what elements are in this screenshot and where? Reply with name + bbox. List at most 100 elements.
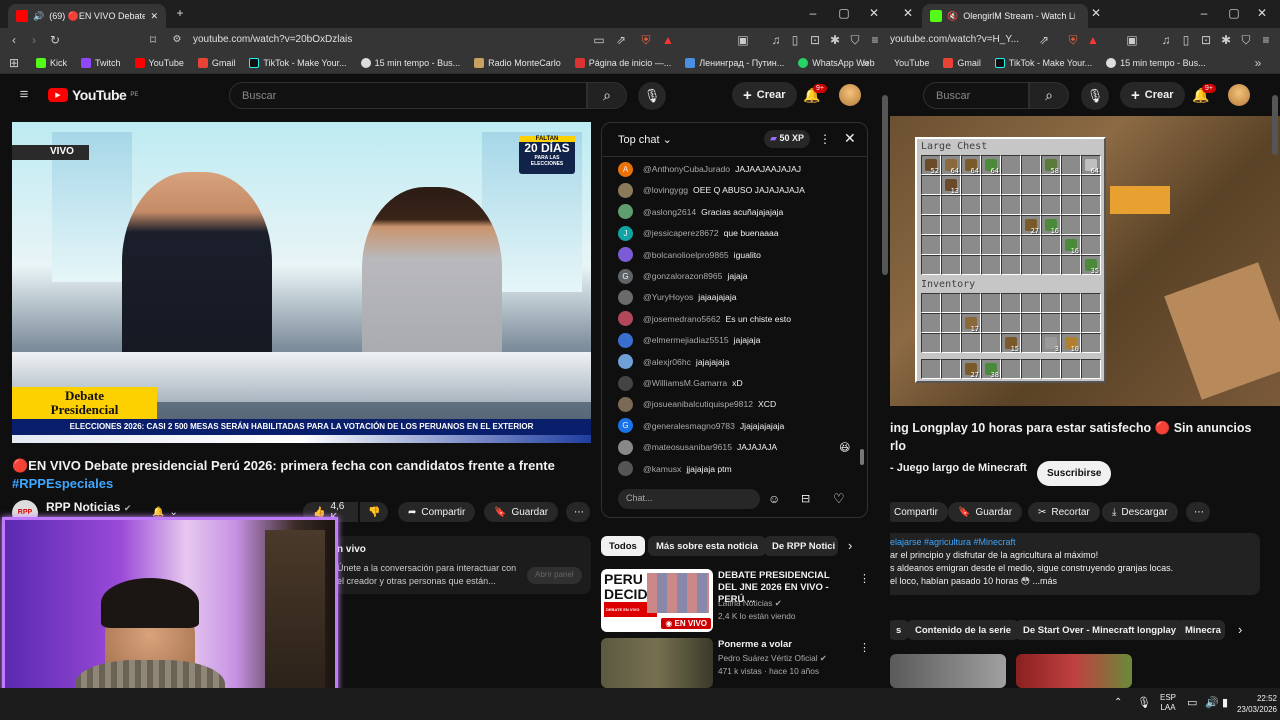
chat-author[interactable]: @alexjr06hc [643,357,691,367]
inventory-slot[interactable] [981,175,1001,195]
inventory-slot[interactable] [921,293,941,313]
inventory-slot[interactable] [1021,255,1041,275]
chat-author[interactable]: @gonzalorazon8965 [643,271,722,281]
inventory-slot[interactable] [1021,313,1041,333]
more-bookmarks-icon[interactable]: » [1250,55,1266,71]
inventory-slot[interactable] [1021,175,1041,195]
share-button[interactable]: ➦ Compartir [398,502,476,522]
speaker-icon[interactable]: 🔊 [33,11,44,22]
url-field[interactable]: youtube.com/watch?v=20bOxDzlais [193,34,352,45]
inventory-slot[interactable] [1021,359,1041,379]
inventory-slot[interactable]: 64 [1081,155,1101,175]
back-icon[interactable]: ‹ [6,32,22,48]
chat-avatar[interactable] [618,461,633,477]
inventory-slot[interactable] [921,175,941,195]
inventory-slot[interactable] [1021,333,1041,353]
inventory-slot[interactable] [921,359,941,379]
cast-icon[interactable]: ▭ [591,32,607,48]
inventory-slot[interactable] [961,255,981,275]
inventory-slot[interactable] [1041,313,1061,333]
inventory-slot[interactable]: 38 [981,359,1001,379]
network-icon[interactable]: ▭ [1187,696,1197,709]
heart-icon[interactable]: ♡ [833,491,845,507]
chat-avatar[interactable] [618,311,633,327]
inventory-slot[interactable] [1061,359,1081,379]
inventory-slot[interactable] [1001,175,1021,195]
inventory-slot[interactable] [1081,313,1101,333]
inventory-slot[interactable]: 16 [1041,215,1061,235]
inventory-slot[interactable] [961,195,981,215]
media-icon[interactable]: ♫ [1158,32,1174,48]
inventory-slot[interactable]: 27 [961,359,981,379]
minecraft-video-player[interactable]: Large Chest 52 64 64 64 58 64 13 27 16 16 35 Inven… [890,116,1280,406]
inventory-slot[interactable] [981,333,1001,353]
inventory-slot[interactable] [921,235,941,255]
inventory-slot[interactable]: 10 [1061,333,1081,353]
rec-thumbnail[interactable]: PERU DECIDE DEBATE EN VIVO ◉ EN VIVO [601,569,713,632]
inventory-slot[interactable] [981,313,1001,333]
extensions-icon[interactable]: ✱ [827,32,843,48]
inventory-slot[interactable]: 64 [941,155,961,175]
vpn-icon[interactable]: ⛉ [847,32,863,48]
rewards-icon[interactable]: ▲ [660,32,676,48]
chat-mode-dropdown[interactable]: Top chat ⌄ [618,133,672,146]
inventory-slot[interactable] [1081,215,1101,235]
inventory-slot[interactable] [1041,359,1061,379]
wallet-icon[interactable]: ⊡ [807,32,823,48]
bookmark-kick[interactable]: Kick [36,57,67,68]
inventory-slot[interactable] [921,195,941,215]
language-indicator[interactable]: ESP LAA [1160,693,1176,713]
share-button[interactable]: Compartir [890,502,948,522]
inventory-slot[interactable] [1061,155,1081,175]
chat-avatar[interactable] [618,332,633,348]
voice-search-icon[interactable]: 🎙 [1081,82,1109,110]
maximize-icon[interactable]: ▢ [1226,6,1242,20]
xp-badge[interactable]: ▰ 50 XP [764,130,810,148]
tab-close-icon[interactable]: ✕ [1088,6,1104,20]
chat-avatar[interactable]: G [618,418,633,434]
bookmark-15min[interactable]: 15 min tempo - Bus... [1106,57,1206,68]
share-icon[interactable]: ⇗ [1036,32,1052,48]
inventory-slot[interactable] [981,235,1001,255]
page-scrollbar[interactable] [1272,95,1278,155]
inventory-slot[interactable] [1021,155,1041,175]
create-button[interactable]: + Crear [732,82,797,108]
chat-author[interactable]: @aslong2614 [643,207,696,217]
chat-author[interactable]: @generalesmagno9783 [643,421,735,431]
inventory-slot[interactable] [1061,175,1081,195]
reader-icon[interactable]: ▣ [1124,32,1140,48]
chat-avatar[interactable] [618,396,633,412]
inventory-slot[interactable] [1081,235,1101,255]
battery-icon[interactable]: ▮ [1222,696,1228,709]
bookmark-tiktok[interactable]: TikTok - Make Your... [249,57,347,68]
search-input[interactable]: Buscar [923,82,1029,109]
chat-more-icon[interactable]: ⋮ [819,132,831,146]
inventory-slot[interactable] [921,333,941,353]
close-chat-icon[interactable]: ✕ [844,130,856,147]
url-field[interactable]: youtube.com/watch?v=H_Y... [890,34,1019,45]
chat-avatar[interactable] [618,375,633,391]
inventory-slot[interactable] [961,293,981,313]
search-input[interactable]: Buscar [229,82,587,109]
inventory-slot[interactable]: 15 [1001,333,1021,353]
bookmark-tiktok[interactable]: TikTok - Make Your... [994,57,1092,68]
inventory-slot[interactable] [1041,235,1061,255]
chip-series-content[interactable]: Contenido de la serie [907,620,1020,640]
avatar[interactable] [839,84,861,106]
save-button[interactable]: 🔖 Guardar [948,502,1023,522]
voice-search-icon[interactable]: 🎙 [638,82,666,110]
inventory-slot[interactable] [941,255,961,275]
inventory-slot[interactable]: 3 [1041,333,1061,353]
chat-author[interactable]: @josueanibalcutiquispe9812 [643,399,753,409]
sidebar-icon[interactable]: ▯ [787,32,803,48]
chat-author[interactable]: @elmermejiadiaz5515 [643,335,729,345]
bookmark-15min[interactable]: 15 min tempo - Bus... [360,57,460,68]
chat-avatar[interactable]: G [618,268,633,284]
minimize-icon[interactable]: – [1196,6,1212,20]
chat-author[interactable]: @YuryHoyos [643,292,693,302]
chat-scrollbar[interactable] [860,449,864,465]
super-chat-icon[interactable]: ⊟ [801,492,810,505]
inventory-slot[interactable] [941,293,961,313]
chip-all[interactable]: Todos [601,536,645,556]
chip-more-news[interactable]: Más sobre esta noticia [648,536,766,556]
